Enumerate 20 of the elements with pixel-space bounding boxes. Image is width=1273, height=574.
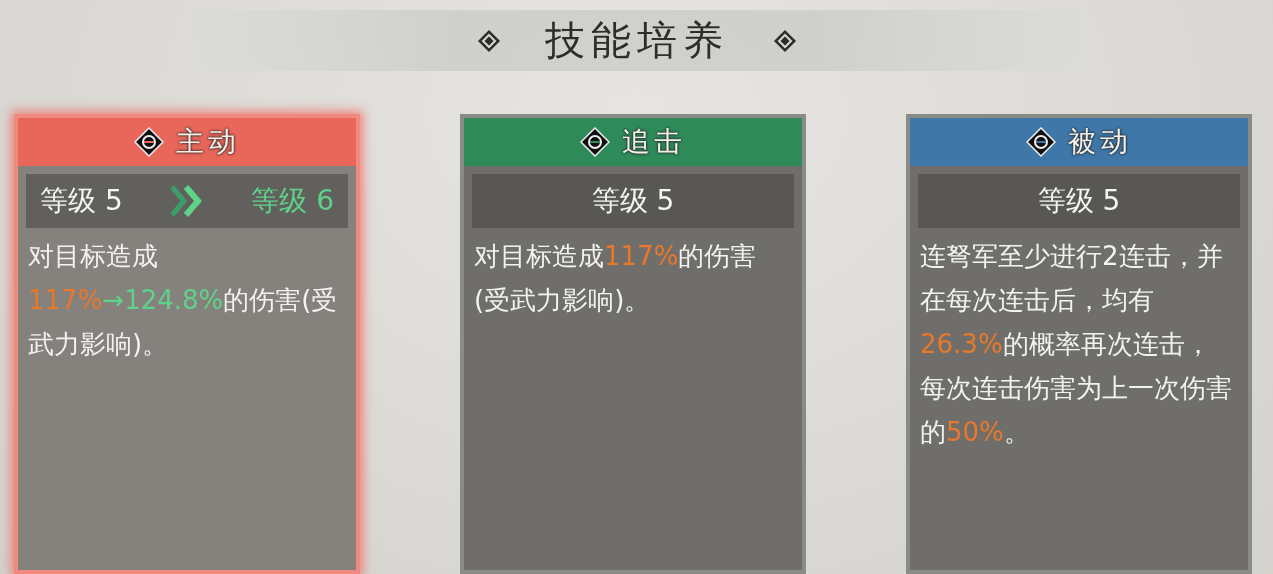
current-level: 等级 5: [1037, 183, 1121, 219]
knot-ornament-icon: [772, 28, 797, 53]
next-level: 等级 6: [251, 183, 334, 219]
page-title: 技能培养: [544, 16, 729, 65]
skill-description: 对目标造成117%的伤害(受武力影响)。: [474, 240, 758, 317]
skill-card[interactable]: 主动 等级 5 等级 6 对目标造成 117%→124.8%的伤害(受武力影响)。: [14, 114, 360, 574]
skill-card[interactable]: 被动 等级 5 连弩军至少进行2连击，并在每次连击后，均有 26.3%的概率再次连击，每次连击伤害为上一次伤害的50%。: [906, 114, 1252, 574]
current-level: 等级 5: [591, 183, 675, 219]
skill-description: 对目标造成 117%→124.8%的伤害(受武力影响)。: [28, 240, 339, 361]
skill-description: 连弩军至少进行2连击，并在每次连击后，均有 26.3%的概率再次连击，每次连击伤害为上一次伤害的50%。: [920, 240, 1233, 449]
skill-card[interactable]: 追击 等级 5 对目标造成117%的伤害(受武力影响)。: [460, 114, 806, 574]
skill-type-label: 主动: [176, 124, 240, 160]
diamond-emblem-icon: [580, 127, 610, 157]
double-chevron-icon: [170, 185, 204, 217]
skill-type-label: 追击: [622, 124, 686, 160]
diamond-emblem-icon: [134, 127, 164, 157]
diamond-emblem-icon: [1026, 127, 1056, 157]
knot-ornament-icon: [476, 28, 501, 53]
skill-type-label: 被动: [1068, 124, 1132, 160]
current-level: 等级 5: [40, 183, 123, 219]
